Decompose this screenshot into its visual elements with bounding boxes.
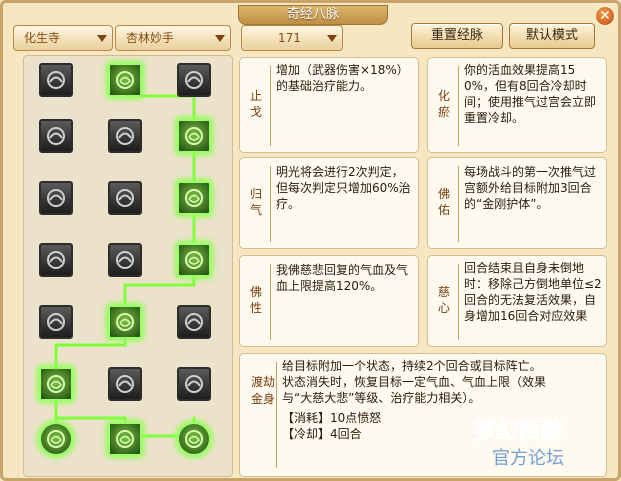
chevron-down-icon xyxy=(97,35,107,42)
mask-icon-glyph xyxy=(185,375,203,393)
green-ring-icon-glyph xyxy=(185,127,203,145)
level-dropdown-value: 171 xyxy=(278,31,301,45)
talent-desc: 每场战斗的第一次推气过宫额外给目标附加3回合的“金刚护体”。 xyxy=(464,165,597,211)
carved-relief-icon[interactable] xyxy=(108,119,142,153)
talent-name: 佛佑 xyxy=(437,187,450,217)
green-spiral-right-icon[interactable] xyxy=(177,422,211,456)
mask-icon[interactable] xyxy=(177,367,211,401)
forum-watermark-logo: 梦幻西游 官方论坛 xyxy=(474,418,565,470)
talent-desc-line: 给目标附加一个状态，持续2个回合或目标阵亡。 xyxy=(282,359,542,373)
green-spiral-left-icon-glyph xyxy=(47,430,65,448)
talent-name: 止戈 xyxy=(249,89,262,119)
green-cloud-icon[interactable] xyxy=(108,305,142,339)
divider xyxy=(458,264,459,340)
skill-tree-panel xyxy=(23,55,233,477)
talent-card-cixin[interactable]: 慈心 回合结束且自身未倒地时：移除己方倒地单位≤2回合的无法复活效果，自身增加1… xyxy=(427,255,607,347)
green-circle-icon-glyph xyxy=(185,251,203,269)
level-dropdown[interactable]: 171 xyxy=(241,25,343,51)
folded-cloth-icon[interactable] xyxy=(108,243,142,277)
talent-desc: 回合结束且自身未倒地时：移除己方倒地单位≤2回合的无法复活效果，自身增加16回合… xyxy=(464,261,602,323)
buddha-icon-glyph xyxy=(47,251,65,269)
green-flame-icon[interactable] xyxy=(108,422,142,456)
lotus-seal-icon-glyph xyxy=(47,71,65,89)
lotus-pot-icon-glyph xyxy=(47,127,65,145)
green-cloud-icon-glyph xyxy=(116,313,134,331)
dagger-icon[interactable] xyxy=(108,181,142,215)
divider xyxy=(458,166,459,242)
carved-relief-icon-glyph xyxy=(116,127,134,145)
talent-card-huayu[interactable]: 化瘀 你的活血效果提高150%，但有8回合冷却时间；使用推气过宫会立即重置冷却。 xyxy=(427,57,607,153)
green-tree-icon-glyph xyxy=(47,375,65,393)
grass-icon[interactable] xyxy=(177,305,211,339)
lotus-pot-icon[interactable] xyxy=(39,119,73,153)
green-tree-icon[interactable] xyxy=(39,367,73,401)
green-ring-icon[interactable] xyxy=(177,119,211,153)
grass-icon-glyph xyxy=(185,313,203,331)
divider xyxy=(270,66,271,146)
talent-desc: 增加（武器伤害×18%）的基础治疗能力。 xyxy=(276,63,409,93)
green-spiral-left-icon[interactable] xyxy=(39,422,73,456)
talent-name: 佛性 xyxy=(249,285,262,315)
talent-name: 渡劫金身 xyxy=(250,375,275,406)
talent-name: 化瘀 xyxy=(437,89,450,119)
green-spiral-right-icon-glyph xyxy=(185,430,203,448)
sect-dropdown-value: 化生寺 xyxy=(24,31,61,45)
green-rune-icon[interactable] xyxy=(177,181,211,215)
buddha-icon[interactable] xyxy=(39,243,73,277)
chevron-down-icon xyxy=(215,35,225,42)
swirl-vase-icon-glyph xyxy=(116,375,134,393)
window-title: 奇经八脉 xyxy=(238,5,388,25)
pagoda-icon[interactable] xyxy=(39,181,73,215)
talent-desc-line: 与“大慈大悲”等级、治疗能力相关）。 xyxy=(282,391,481,405)
divider xyxy=(276,362,277,468)
dark-seal-icon-glyph xyxy=(185,71,203,89)
dagger-icon-glyph xyxy=(116,189,134,207)
talent-desc: 明光将会进行2次判定，但每次判定只增加60%治疗。 xyxy=(276,165,411,211)
talent-card-fuoyou[interactable]: 佛佑 每场战斗的第一次推气过宫额外给目标附加3回合的“金刚护体”。 xyxy=(427,157,607,249)
dark-seal-icon[interactable] xyxy=(177,63,211,97)
green-flame-icon-glyph xyxy=(116,430,134,448)
watermark-line2: 官方论坛 xyxy=(492,448,564,469)
talent-card-foxing[interactable]: 佛性 我佛慈悲回复的气血及气血上限提高120%。 xyxy=(239,255,419,347)
feather-icon[interactable] xyxy=(39,305,73,339)
green-circle-icon[interactable] xyxy=(177,243,211,277)
green-rune-icon-glyph xyxy=(185,189,203,207)
school-dropdown[interactable]: 杏林妙手 xyxy=(115,25,231,51)
divider xyxy=(270,264,271,340)
default-mode-button[interactable]: 默认模式 xyxy=(509,23,595,49)
talent-desc: 你的活血效果提高150%，但有8回合冷却时间；使用推气过宫会立即重置冷却。 xyxy=(464,63,597,125)
reset-meridian-button[interactable]: 重置经脉 xyxy=(411,23,503,49)
talent-card-zhige[interactable]: 止戈 增加（武器伤害×18%）的基础治疗能力。 xyxy=(239,57,419,153)
folded-cloth-icon-glyph xyxy=(116,251,134,269)
school-dropdown-value: 杏林妙手 xyxy=(126,31,175,45)
lotus-seal-icon[interactable] xyxy=(39,63,73,97)
divider xyxy=(458,66,459,146)
sect-dropdown[interactable]: 化生寺 xyxy=(13,25,113,51)
talent-name: 归气 xyxy=(249,187,262,217)
talent-desc-line: 状态消失时，恢复目标一定气血、气血上限（效果 xyxy=(282,375,547,389)
talent-desc: 我佛慈悲回复的气血及气血上限提高120%。 xyxy=(276,263,409,293)
green-arch-icon[interactable] xyxy=(108,63,142,97)
talent-card-guiqi[interactable]: 归气 明光将会进行2次判定，但每次判定只增加60%治疗。 xyxy=(239,157,419,249)
meridian-window: 奇经八脉 ✕ 化生寺 杏林妙手 171 重置经脉 默认模式 止戈 增加（武器伤害… xyxy=(0,0,621,481)
swirl-vase-icon[interactable] xyxy=(108,367,142,401)
chevron-down-icon xyxy=(327,35,337,42)
feather-icon-glyph xyxy=(47,313,65,331)
green-arch-icon-glyph xyxy=(116,71,134,89)
close-icon[interactable]: ✕ xyxy=(594,5,616,27)
pagoda-icon-glyph xyxy=(47,189,65,207)
talent-name: 慈心 xyxy=(437,285,450,315)
divider xyxy=(270,166,271,242)
watermark-line1: 梦幻西游 xyxy=(474,418,562,444)
